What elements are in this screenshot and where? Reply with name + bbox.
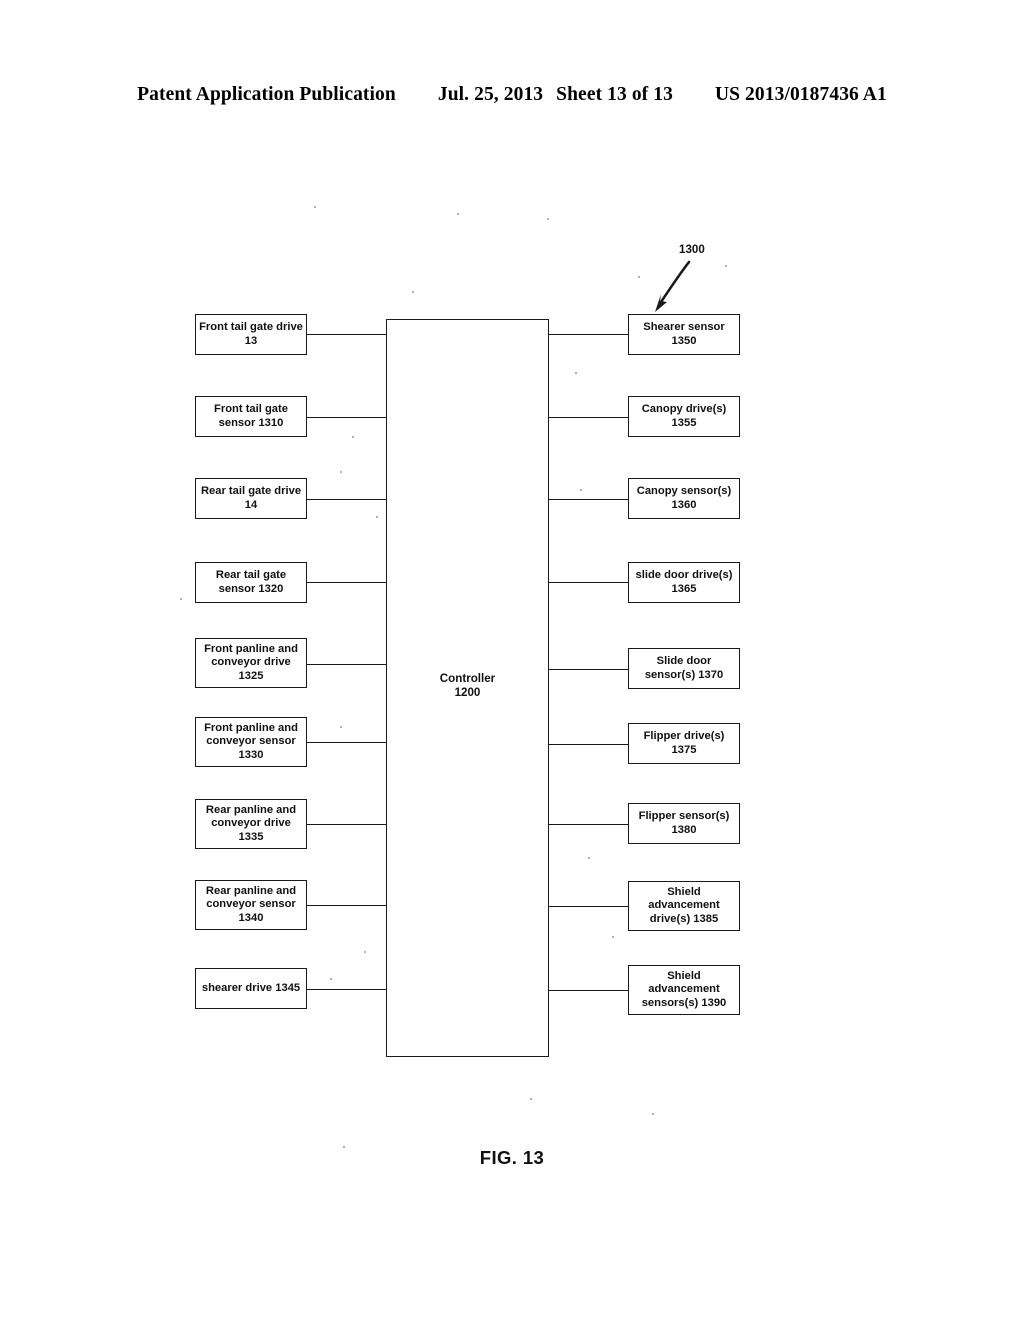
scan-speckle [340,726,342,728]
connector-right-4 [548,582,629,584]
block-slide-door-sensors-1370: Slide door sensor(s) 1370 [628,648,740,689]
block-shield-advancement-sensors-1390: Shield advancement sensors(s) 1390 [628,965,740,1015]
connector-left-1 [307,334,387,336]
block-front-tail-gate-sensor-1310: Front tail gate sensor 1310 [195,396,307,437]
connector-right-9 [548,990,629,992]
scan-speckle [725,265,727,267]
connector-left-6 [307,742,387,744]
block-front-panline-conveyor-sensor-1330: Front panline and conveyor sensor 1330 [195,717,307,767]
connector-left-5 [307,664,387,666]
scan-speckle [575,372,577,374]
scan-speckle [612,936,614,938]
scan-speckle [652,1113,654,1115]
block-shearer-drive-1345: shearer drive 1345 [195,968,307,1009]
scan-speckle [376,516,378,518]
block-rear-tail-gate-sensor-1320: Rear tail gate sensor 1320 [195,562,307,603]
connector-right-8 [548,906,629,908]
block-flipper-drives-1375: Flipper drive(s) 1375 [628,723,740,764]
connector-right-2 [548,417,629,419]
scan-speckle [638,276,640,278]
connector-left-2 [307,417,387,419]
scan-speckle [457,213,459,215]
scan-speckle [547,218,549,220]
block-shearer-sensor-1350: Shearer sensor 1350 [628,314,740,355]
block-canopy-drives-1355: Canopy drive(s) 1355 [628,396,740,437]
scan-speckle [588,857,590,859]
leader-arrow-icon [655,260,691,312]
connector-left-4 [307,582,387,584]
scan-speckle [340,471,342,473]
block-rear-panline-conveyor-drive-1335: Rear panline and conveyor drive 1335 [195,799,307,849]
block-rear-panline-conveyor-sensor-1340: Rear panline and conveyor sensor 1340 [195,880,307,930]
figure-13-diagram: 1300 Controller 1200 Front tail gate dri… [0,0,1024,1320]
scan-speckle [412,291,414,293]
connector-left-3 [307,499,387,501]
scan-speckle [580,489,582,491]
block-front-panline-conveyor-drive-1325: Front panline and conveyor drive 1325 [195,638,307,688]
block-front-tail-gate-drive-13: Front tail gate drive 13 [195,314,307,355]
block-canopy-sensors-1360: Canopy sensor(s) 1360 [628,478,740,519]
scan-speckle [330,978,332,980]
block-flipper-sensors-1380: Flipper sensor(s) 1380 [628,803,740,844]
connector-left-8 [307,905,387,907]
connector-left-9 [307,989,387,991]
scan-speckle [364,951,366,953]
scan-speckle [352,436,354,438]
connector-left-7 [307,824,387,826]
block-rear-tail-gate-drive-14: Rear tail gate drive 14 [195,478,307,519]
controller-label: Controller 1200 [439,672,496,699]
connector-right-7 [548,824,629,826]
connector-right-3 [548,499,629,501]
scan-speckle [314,206,316,208]
connector-right-5 [548,669,629,671]
scan-speckle [530,1098,532,1100]
scan-speckle [180,598,182,600]
connector-right-6 [548,744,629,746]
reference-numeral-1300: 1300 [679,243,705,256]
connector-right-1 [548,334,629,336]
figure-caption: FIG. 13 [479,1147,545,1168]
block-slide-door-drives-1365: slide door drive(s) 1365 [628,562,740,603]
block-shield-advancement-drives-1385: Shield advancement drive(s) 1385 [628,881,740,931]
